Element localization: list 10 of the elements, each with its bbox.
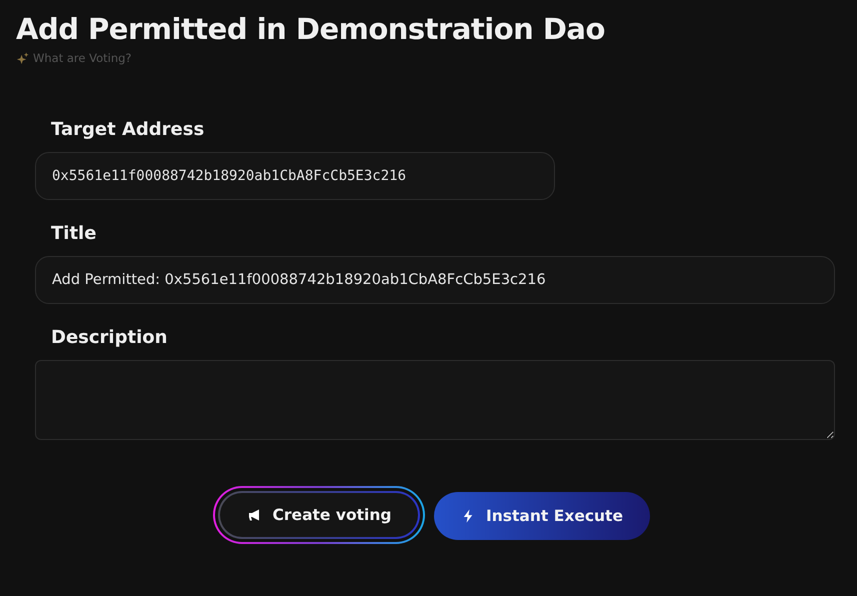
address-field[interactable]: 0x5561e11f00088742b18920ab1CbA8FcCb5E3c216 — [35, 152, 555, 200]
field-label: Description — [50, 326, 168, 350]
page-title: Add Permitted in Demonstration Dao — [16, 12, 605, 46]
title-field[interactable]: Add Permitted: 0x5561e11f00088742b18920ab1CbA8FcCb5E3c216 — [35, 256, 835, 304]
instant-execute-button[interactable]: Instant Execute — [434, 492, 650, 540]
description-field[interactable] — [35, 360, 835, 440]
create-voting-button[interactable]: Create voting — [218, 491, 420, 539]
field-label: Title — [50, 222, 98, 246]
sparkle-icon — [16, 52, 29, 64]
field-label: Target Address — [50, 118, 206, 142]
